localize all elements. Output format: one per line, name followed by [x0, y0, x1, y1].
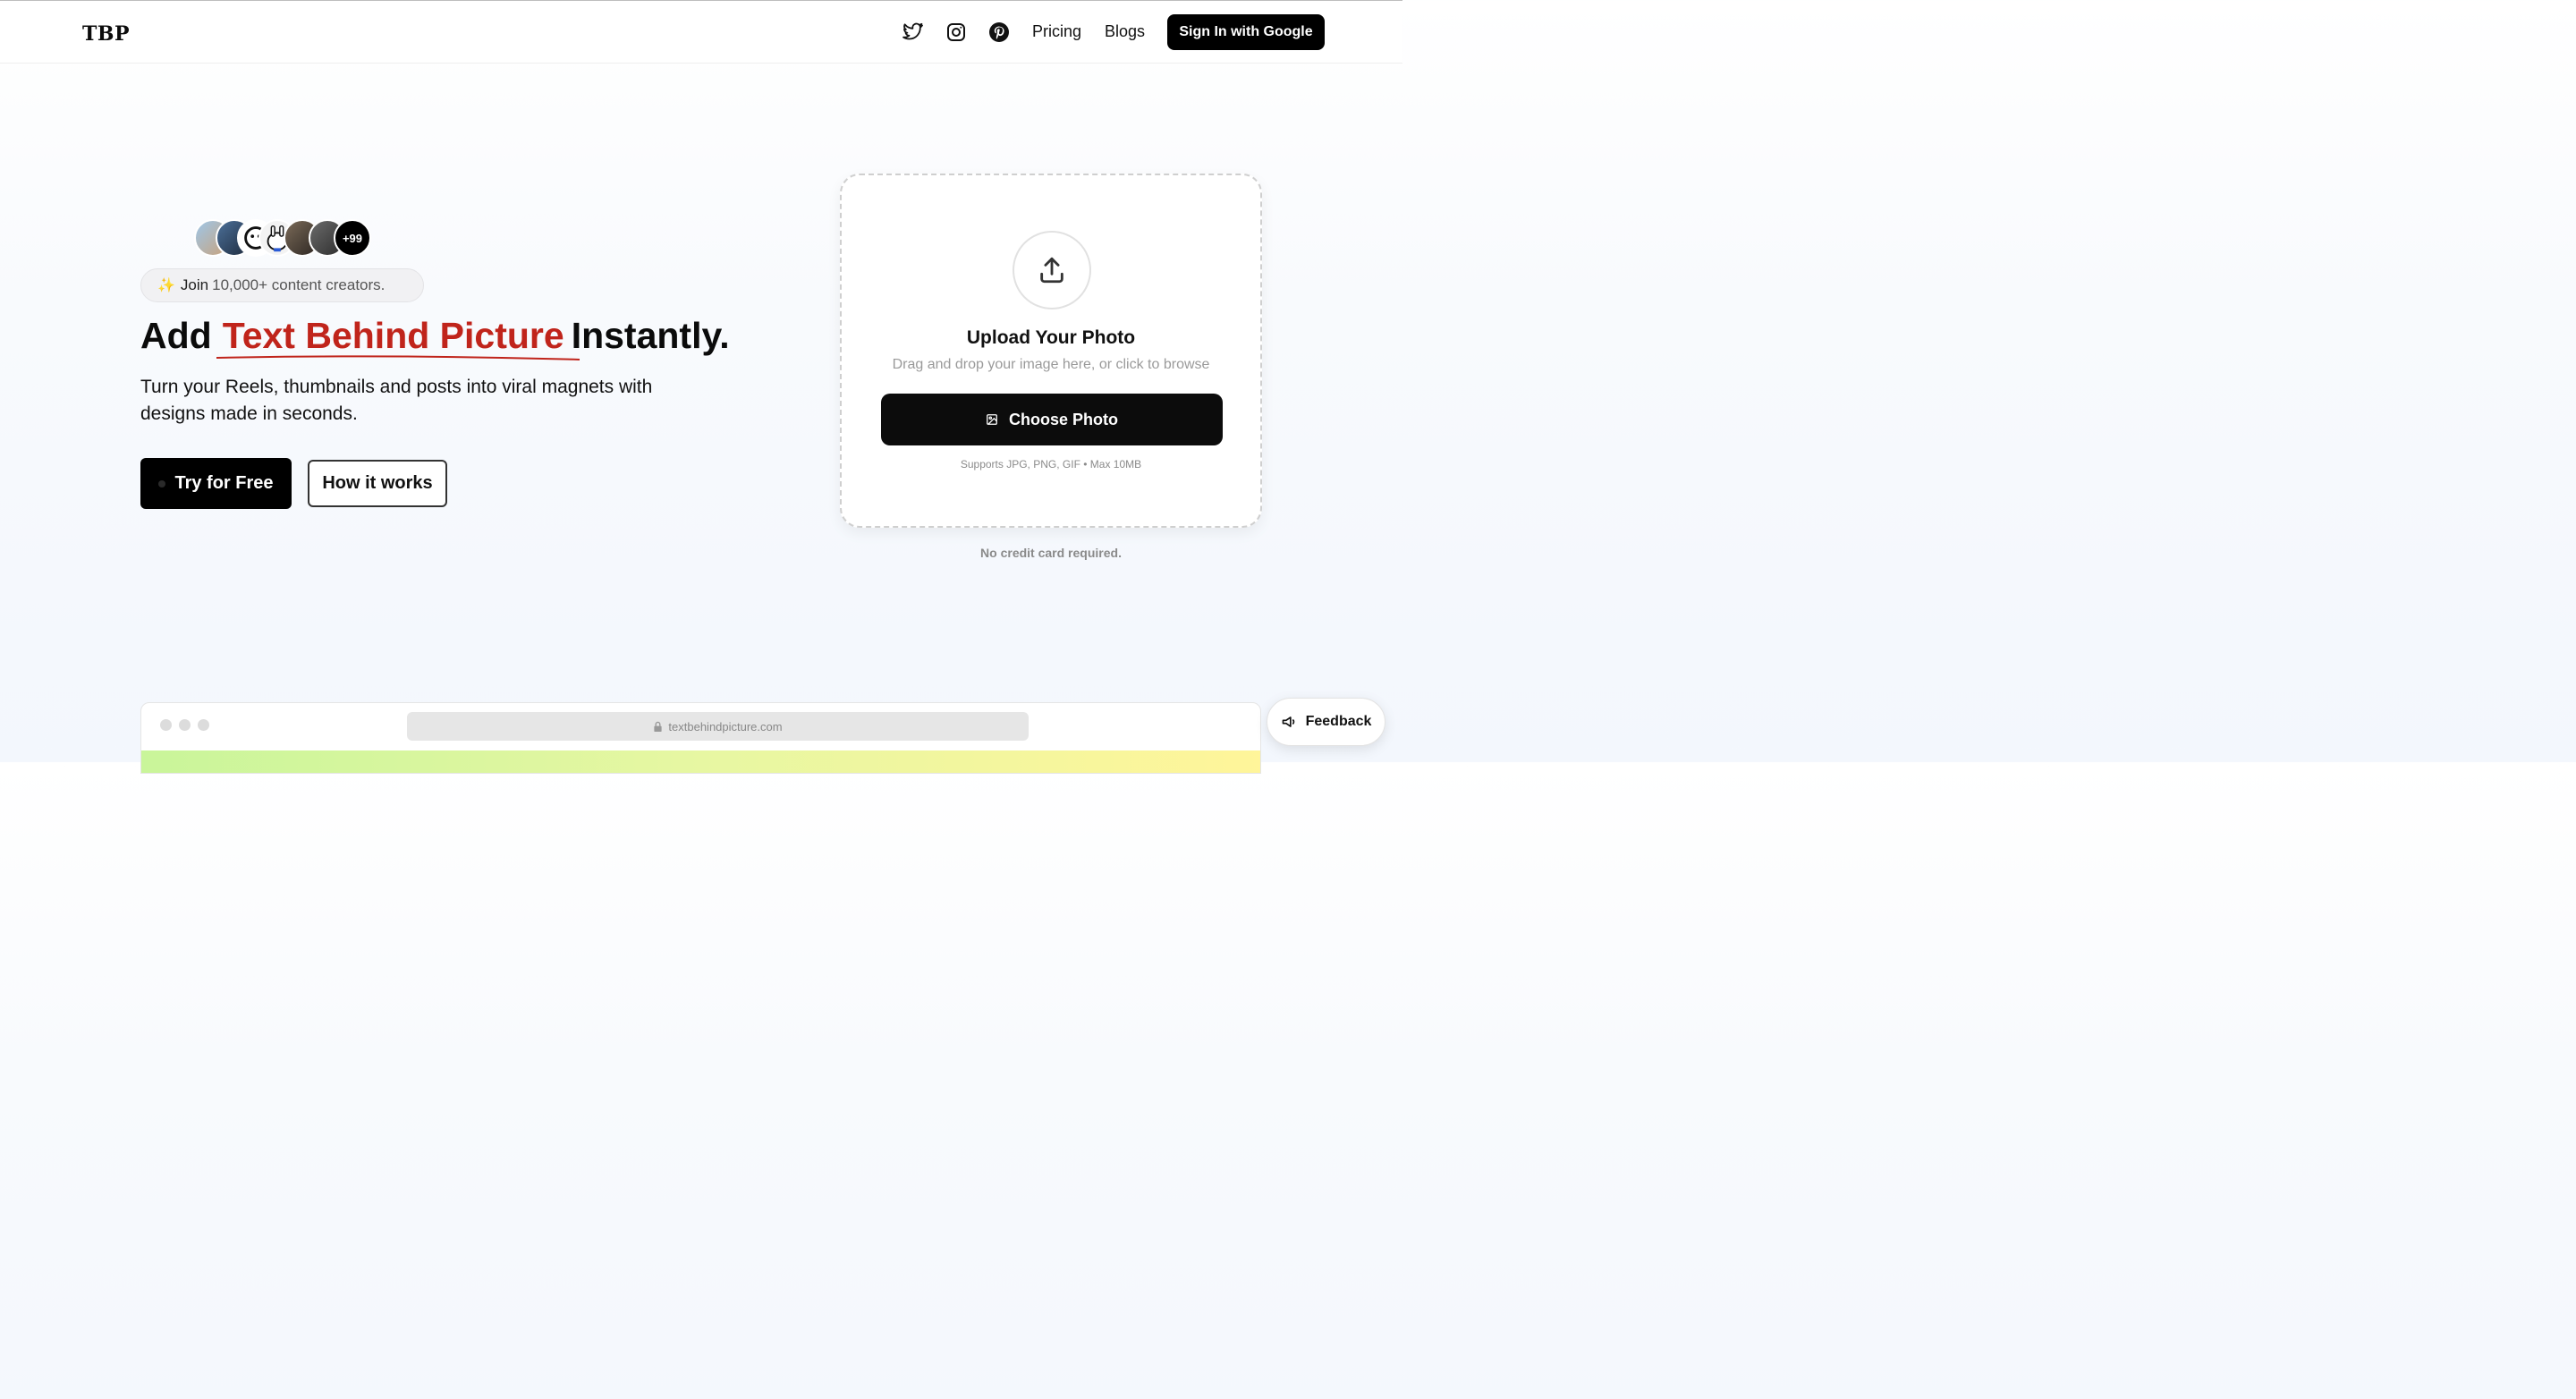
nav-pricing[interactable]: Pricing	[1032, 22, 1081, 41]
image-icon	[987, 414, 997, 425]
join-prefix: Join	[180, 276, 209, 293]
hero-subtitle: Turn your Reels, thumbnails and posts in…	[140, 377, 653, 424]
preview-image-strip	[141, 750, 1260, 773]
sparkle-icon: ✨	[157, 278, 175, 293]
headline-underline	[216, 355, 580, 360]
supported-formats: Supports JPG, PNG, GIF • Max 10MB	[960, 458, 1142, 471]
join-badge: ✨ Join 10,000+ content creators.	[140, 268, 424, 302]
megaphone-icon	[1282, 716, 1294, 727]
url-text: textbehindpicture.com	[668, 719, 783, 733]
sign-in-google-button[interactable]: Sign In with Google	[1167, 14, 1325, 50]
hero-headline: Add Text Behind Picture Instantly.	[140, 315, 730, 357]
window-dot	[198, 719, 209, 731]
pinterest-icon[interactable]	[987, 21, 1011, 44]
choose-photo-button[interactable]: Choose Photo	[881, 394, 1223, 445]
url-bar: textbehindpicture.com	[407, 712, 1029, 741]
button-dot	[158, 479, 166, 488]
window-dot	[160, 719, 172, 731]
nav-blogs[interactable]: Blogs	[1105, 22, 1145, 41]
upload-title: Upload Your Photo	[966, 327, 1136, 348]
feedback-label: Feedback	[1305, 714, 1372, 729]
try-for-free-button[interactable]: Try for Free	[140, 458, 292, 509]
join-text: 10,000+ content creators.	[212, 276, 386, 293]
feedback-button[interactable]: Feedback	[1267, 698, 1385, 746]
avatar-more-count: +99	[334, 219, 371, 257]
window-dot	[179, 719, 191, 731]
how-it-works-button[interactable]: How it works	[308, 460, 447, 507]
logo[interactable]: TBP	[82, 22, 130, 46]
avatar-stack: +99	[194, 219, 382, 257]
headline-start: Add	[140, 315, 212, 356]
twitter-icon[interactable]	[902, 21, 925, 44]
upload-description: Drag and drop your image here, or click …	[892, 357, 1210, 372]
headline-end: Instantly.	[571, 315, 730, 356]
browser-preview: textbehindpicture.com	[140, 702, 1261, 774]
try-label: Try for Free	[174, 473, 274, 493]
instagram-icon[interactable]	[945, 21, 968, 44]
choose-photo-label: Choose Photo	[1009, 410, 1118, 428]
lock-icon	[654, 721, 663, 732]
upload-dropzone[interactable]: Upload Your Photo Drag and drop your ima…	[840, 174, 1262, 528]
no-credit-card-note: No credit card required.	[980, 546, 1122, 560]
site-header: TBP Pricing Blogs Sign In with Google	[0, 1, 1402, 64]
upload-icon	[1013, 231, 1091, 309]
headline-highlight: Text Behind Picture	[222, 315, 564, 356]
